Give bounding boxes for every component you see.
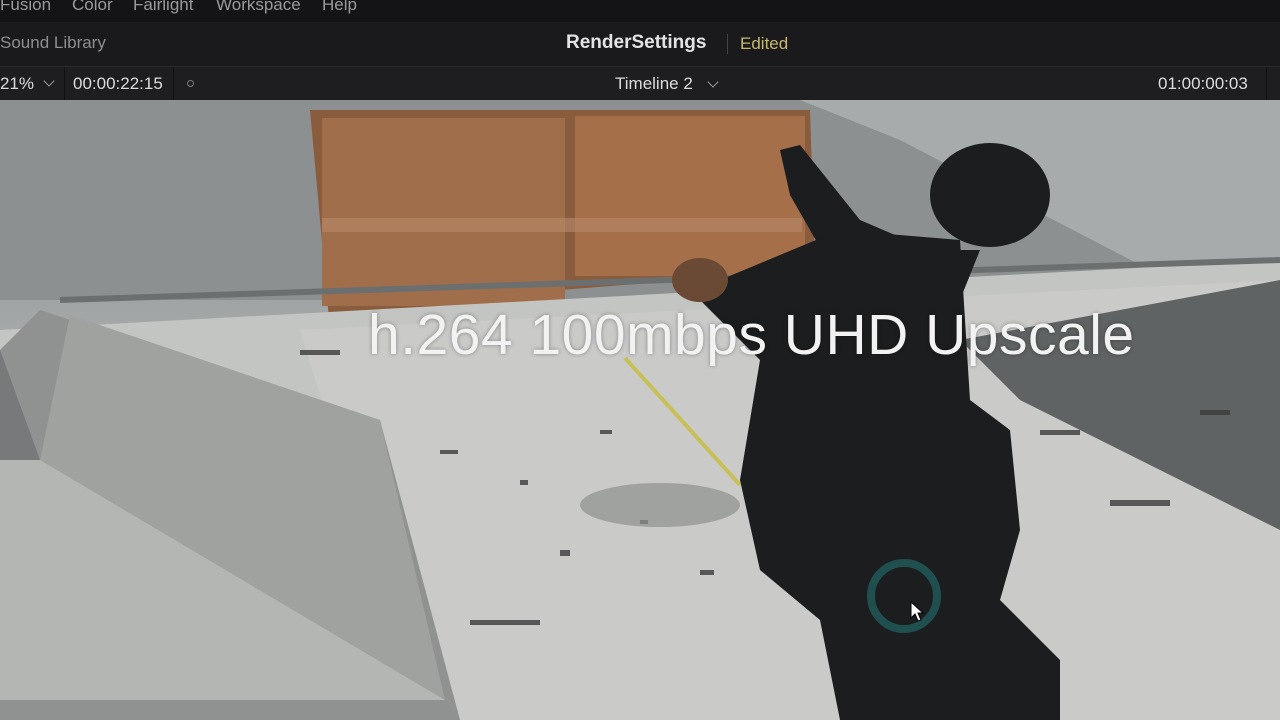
source-timecode[interactable]: 00:00:22:15 <box>73 74 163 94</box>
edited-status: Edited <box>740 34 789 53</box>
video-frame <box>0 100 1280 720</box>
menu-color[interactable]: Color <box>72 0 113 15</box>
timeline-selector[interactable]: Timeline 2 <box>615 74 693 94</box>
menu-bar: Fusion Color Fairlight Workspace Help <box>0 0 1280 22</box>
menu-fusion[interactable]: Fusion <box>0 0 51 15</box>
busy-ring-icon <box>867 559 941 633</box>
project-title: RenderSettings <box>566 32 707 53</box>
menu-workspace[interactable]: Workspace <box>216 0 301 15</box>
chevron-down-icon[interactable] <box>43 75 55 87</box>
zoom-level[interactable]: 21% <box>0 74 34 94</box>
video-viewer[interactable]: h.264 100mbps UHD Upscale <box>0 100 1280 720</box>
overlay-caption: h.264 100mbps UHD Upscale <box>368 303 1135 367</box>
menu-fairlight[interactable]: Fairlight <box>133 0 193 15</box>
toolbar-divider <box>1266 67 1267 101</box>
sound-library-button[interactable]: Sound Library <box>0 33 106 53</box>
title-divider <box>727 34 728 54</box>
title-bar: Sound Library RenderSettings Edited <box>0 22 1280 66</box>
marker-dot-icon[interactable] <box>187 80 194 87</box>
toolbar-divider <box>173 67 174 101</box>
toolbar-divider <box>64 67 65 101</box>
resolve-window: Fusion Color Fairlight Workspace Help So… <box>0 0 1280 720</box>
cursor-icon <box>910 601 925 622</box>
menu-help[interactable]: Help <box>322 0 357 15</box>
record-timecode[interactable]: 01:00:00:03 <box>1158 74 1248 94</box>
chevron-down-icon[interactable] <box>707 76 719 88</box>
viewer-toolbar: 21% 00:00:22:15 Timeline 2 01:00:00:03 <box>0 66 1280 101</box>
